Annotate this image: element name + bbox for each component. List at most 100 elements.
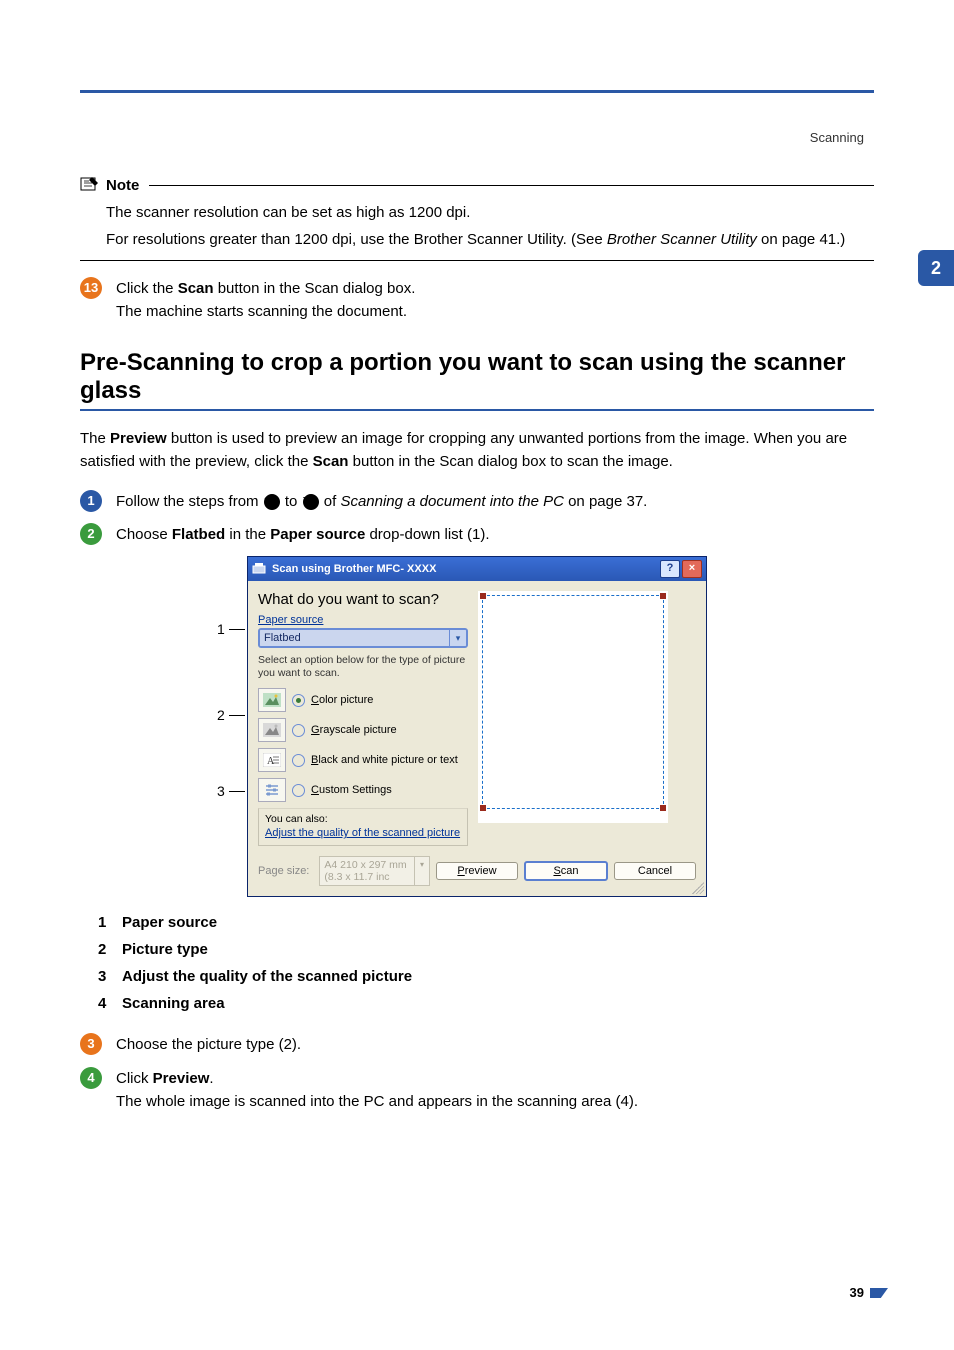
text-bold: Scan (313, 453, 349, 470)
bullet-1-icon: 1 (80, 490, 102, 512)
handle-nw[interactable] (480, 593, 486, 599)
adjust-quality-link[interactable]: Adjust the quality of the scanned pictur… (265, 827, 460, 839)
text-bold: Flatbed (172, 526, 225, 543)
subheading: Pre-Scanning to crop a portion you want … (80, 349, 874, 405)
legend-num: 1 (98, 909, 122, 936)
text: button in the Scan dialog box to scan th… (348, 453, 672, 470)
note-bottom-line (80, 260, 874, 261)
youcan-label: You can also: (265, 813, 461, 825)
option-color[interactable]: Color picture (258, 688, 468, 712)
text: The (80, 430, 110, 447)
text: The machine starts scanning the document… (116, 303, 407, 320)
text: to (281, 493, 302, 510)
text: button in the Scan dialog box. (214, 280, 416, 297)
radio-color[interactable] (292, 694, 305, 707)
handle-sw[interactable] (480, 805, 486, 811)
page-number: 39 (850, 1285, 864, 1300)
dialog-question: What do you want to scan? (258, 591, 468, 608)
paper-source-value: Flatbed (260, 630, 449, 646)
handle-se[interactable] (660, 805, 666, 811)
scan-button[interactable]: Scan (524, 861, 608, 881)
dialog-titlebar[interactable]: Scan using Brother MFC- XXXX ? × (248, 557, 706, 581)
figure: 1 2 3 4 Scan using Brother MFC- XXXX ? × (247, 556, 707, 897)
figure-wrap: 1 2 3 4 Scan using Brother MFC- XXXX ? × (80, 556, 874, 897)
bullet-2-icon: 2 (80, 523, 102, 545)
help-button[interactable]: ? (660, 560, 680, 578)
page-size-dropdown: A4 210 x 297 mm (8.3 x 11.7 inc ▾ (319, 856, 430, 886)
radio-grayscale[interactable] (292, 724, 305, 737)
custom-settings-icon (258, 778, 286, 802)
content: Note The scanner resolution can be set a… (80, 175, 874, 1123)
svg-text:A: A (267, 756, 275, 767)
text: . (209, 1070, 213, 1087)
option-color-label: Color picture (311, 694, 373, 706)
radio-bw[interactable] (292, 754, 305, 767)
note-top-line (149, 185, 874, 186)
text: Click the (116, 280, 178, 297)
chapter-tab: 2 (918, 250, 954, 286)
dialog-body: What do you want to scan? Paper source F… (248, 581, 706, 850)
radio-custom[interactable] (292, 784, 305, 797)
ref-bullet-icon: 7 (303, 494, 319, 510)
chevron-down-icon[interactable]: ▾ (449, 630, 466, 646)
hint-text: Select an option below for the type of p… (258, 654, 468, 680)
legend-row: 1Paper source (98, 909, 874, 936)
step-1-text: Follow the steps from 1 to 7 of Scanning… (116, 490, 874, 513)
text: Click (116, 1070, 153, 1087)
step-2: 2 Choose Flatbed in the Paper source dro… (80, 523, 874, 546)
legend-text: Picture type (122, 936, 208, 963)
bullet-13-icon: 13 (80, 277, 102, 299)
callout-1: 1 (217, 620, 245, 637)
selection-marquee[interactable] (482, 595, 664, 809)
legend-row: 2Picture type (98, 936, 874, 963)
text: of (320, 493, 341, 510)
legend-text: Paper source (122, 909, 217, 936)
option-grayscale[interactable]: Grayscale picture (258, 718, 468, 742)
dialog-title: Scan using Brother MFC- XXXX (272, 563, 658, 575)
text: on page 37. (564, 493, 647, 510)
paper-source-dropdown[interactable]: Flatbed ▾ (258, 628, 468, 648)
callouts-left: 1 2 3 (217, 556, 247, 897)
note-xref[interactable]: Brother Scanner Utility (607, 231, 757, 248)
text-bold: Preview (153, 1070, 210, 1087)
note-text: on page 41.) (757, 231, 845, 248)
step-13-text: Click the Scan button in the Scan dialog… (116, 277, 874, 324)
cancel-button[interactable]: Cancel (614, 862, 696, 880)
step-3-text: Choose the picture type (2). (116, 1033, 874, 1056)
step-3: 3 Choose the picture type (2). (80, 1033, 874, 1056)
option-bw[interactable]: A Black and white picture or text (258, 748, 468, 772)
handle-ne[interactable] (660, 593, 666, 599)
preview-button[interactable]: Preview (436, 862, 518, 880)
text-bold: Preview (110, 430, 167, 447)
legend-num: 2 (98, 936, 122, 963)
option-grayscale-label: Grayscale picture (311, 724, 397, 736)
page-corner-icon (870, 1288, 888, 1298)
bw-text-icon: A (258, 748, 286, 772)
preview-area[interactable] (478, 591, 668, 823)
grayscale-picture-icon (258, 718, 286, 742)
legend: 1Paper source 2Picture type 3Adjust the … (98, 909, 874, 1017)
text: drop-down list (1). (365, 526, 489, 543)
step-4: 4 Click Preview. The whole image is scan… (80, 1067, 874, 1114)
top-rule (80, 90, 874, 93)
youcan-box: You can also: Adjust the quality of the … (258, 808, 468, 846)
step-2-text: Choose Flatbed in the Paper source drop-… (116, 523, 874, 546)
xref-link[interactable]: Scanning a document into the PC (340, 493, 563, 510)
page: Scanning 2 Note The scanner resolution c… (0, 0, 954, 1350)
section-header: Scanning (810, 130, 864, 145)
note-label: Note (106, 177, 139, 194)
legend-text: Adjust the quality of the scanned pictur… (122, 963, 412, 990)
resize-grip-icon[interactable] (692, 882, 704, 894)
text: Choose (116, 526, 172, 543)
note-body-2: For resolutions greater than 1200 dpi, u… (106, 228, 874, 251)
step-1: 1 Follow the steps from 1 to 7 of Scanni… (80, 490, 874, 513)
option-custom[interactable]: Custom Settings (258, 778, 468, 802)
dialog-bottom-bar: Page size: A4 210 x 297 mm (8.3 x 11.7 i… (248, 850, 706, 896)
note-pencil-icon (80, 175, 100, 195)
dialog-left-pane: What do you want to scan? Paper source F… (258, 591, 468, 846)
bullet-3-icon: 3 (80, 1033, 102, 1055)
callout-2: 2 (217, 706, 245, 723)
intro-paragraph: The Preview button is used to preview an… (80, 427, 874, 474)
close-button[interactable]: × (682, 560, 702, 578)
page-size-value: A4 210 x 297 mm (8.3 x 11.7 inc (320, 857, 414, 885)
